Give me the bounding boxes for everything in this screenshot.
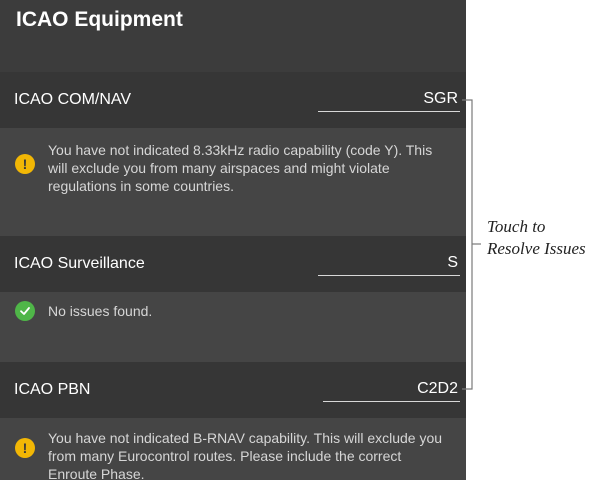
check-icon xyxy=(15,301,35,321)
page-title: ICAO Equipment xyxy=(16,8,183,31)
field-row-surveillance[interactable]: ICAO Surveillance S xyxy=(0,236,466,292)
pbn-input[interactable]: C2D2 xyxy=(323,376,460,402)
surveillance-status-text: No issues found. xyxy=(48,303,153,319)
header-bar: ICAO Equipment xyxy=(0,0,466,72)
exclamation-icon: ! xyxy=(15,154,35,174)
field-row-pbn[interactable]: ICAO PBN C2D2 xyxy=(0,362,466,418)
callout-line-2: Resolve Issues xyxy=(487,239,586,258)
surveillance-status-panel: No issues found. xyxy=(0,292,466,362)
pbn-issue-panel[interactable]: ! You have not indicated B-RNAV capabili… xyxy=(0,418,466,480)
field-label-com-nav: ICAO COM/NAV xyxy=(14,91,132,108)
icao-equipment-screen: ICAO Equipment ICAO COM/NAV SGR ! You ha… xyxy=(0,0,466,480)
field-row-com-nav[interactable]: ICAO COM/NAV SGR xyxy=(0,72,466,128)
com-nav-issue-text: You have not indicated 8.33kHz radio cap… xyxy=(48,142,433,194)
pbn-issue-text: You have not indicated B-RNAV capability… xyxy=(48,430,443,480)
callout-annotation: Touch to Resolve Issues xyxy=(487,216,586,260)
field-label-pbn: ICAO PBN xyxy=(14,381,91,398)
surveillance-input[interactable]: S xyxy=(318,250,460,276)
callout-line-1: Touch to xyxy=(487,217,546,236)
field-label-surveillance: ICAO Surveillance xyxy=(14,255,145,272)
com-nav-input[interactable]: SGR xyxy=(318,86,460,112)
com-nav-issue-panel[interactable]: ! You have not indicated 8.33kHz radio c… xyxy=(0,128,466,236)
exclamation-icon: ! xyxy=(15,438,35,458)
